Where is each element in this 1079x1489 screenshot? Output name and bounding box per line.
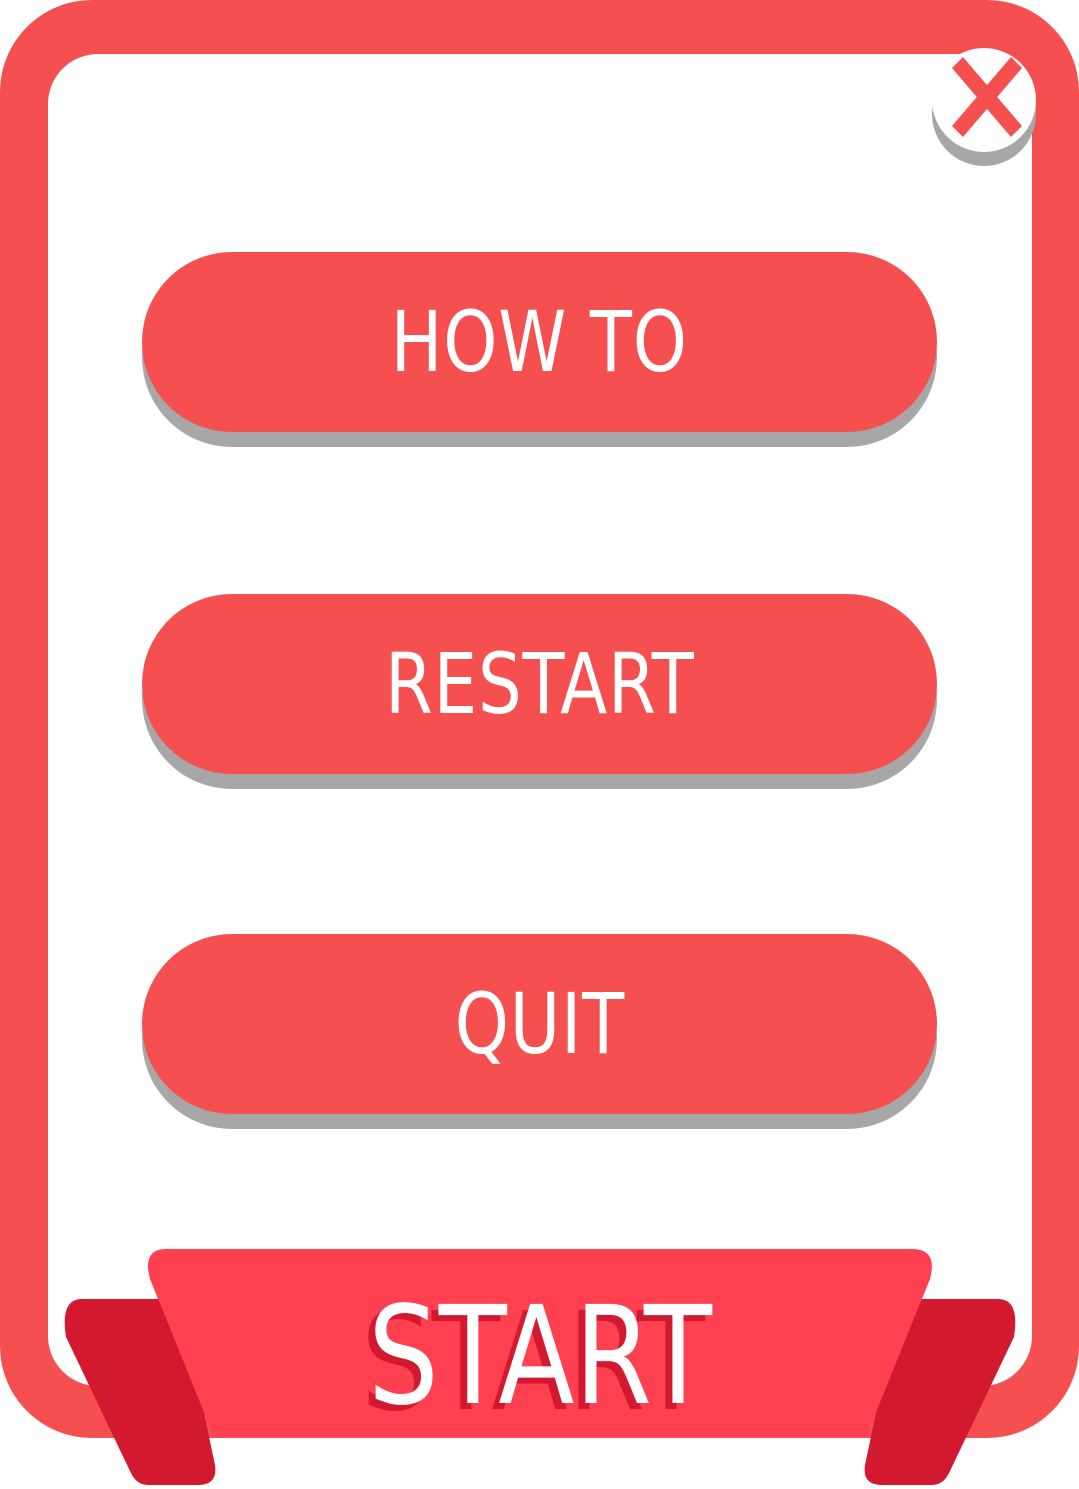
button-face: QUIT bbox=[142, 934, 937, 1114]
quit-label: QUIT bbox=[454, 975, 625, 1073]
how-to-label: HOW TO bbox=[390, 293, 689, 391]
quit-button[interactable]: QUIT bbox=[142, 934, 937, 1129]
pause-menu-screen: HOW TO RESTART QUIT START START bbox=[0, 0, 1079, 1489]
close-icon bbox=[932, 48, 1036, 166]
close-button[interactable] bbox=[930, 42, 1038, 170]
how-to-button[interactable]: HOW TO bbox=[142, 252, 937, 447]
ribbon-main-band bbox=[148, 1249, 932, 1437]
ribbon-banner bbox=[64, 1249, 1016, 1485]
restart-label: RESTART bbox=[384, 635, 695, 733]
button-face: RESTART bbox=[142, 594, 937, 774]
start-banner-button[interactable]: START START bbox=[60, 1245, 1020, 1489]
button-face: HOW TO bbox=[142, 252, 937, 432]
restart-button[interactable]: RESTART bbox=[142, 594, 937, 789]
